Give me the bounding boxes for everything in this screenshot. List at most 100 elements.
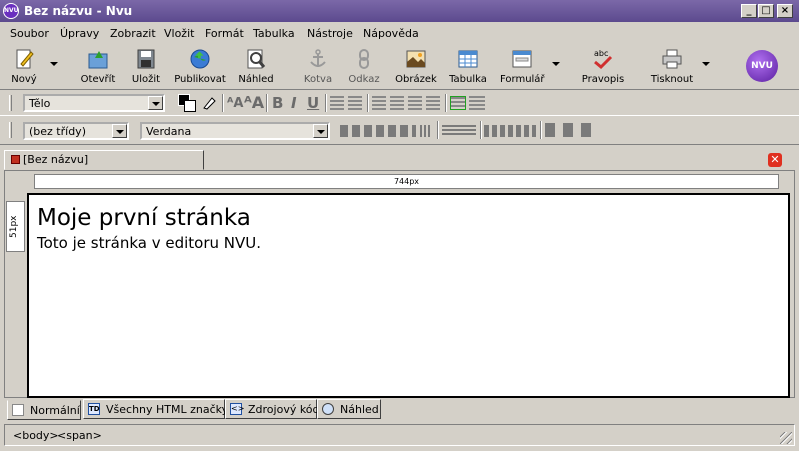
spacing-icons[interactable] xyxy=(484,125,536,137)
svg-text:abc: abc xyxy=(594,49,608,58)
page-icon xyxy=(12,404,24,416)
anchor-button[interactable]: Kotva xyxy=(300,44,336,90)
link-button[interactable]: Odkaz xyxy=(346,44,382,90)
print-dropdown-arrow[interactable] xyxy=(702,62,710,66)
separator xyxy=(222,94,224,112)
minimize-button[interactable]: _ xyxy=(741,4,757,18)
td-tag-icon: TD xyxy=(88,403,100,415)
main-toolbar: Nový Otevřít Uložit Publikovat Náhled Ko… xyxy=(0,44,799,90)
table-icon xyxy=(458,50,478,68)
separator xyxy=(437,121,439,139)
highlight-icon[interactable] xyxy=(201,95,217,111)
print-button[interactable]: Tisknout xyxy=(650,44,694,90)
tab-document[interactable]: [Bez názvu] xyxy=(4,150,204,170)
close-tab-icon[interactable]: ✕ xyxy=(768,153,782,167)
nvu-app-icon: NVU xyxy=(3,3,19,19)
separator xyxy=(540,121,542,139)
resize-grip-icon[interactable] xyxy=(780,432,792,444)
menu-vlozit[interactable]: Vložit xyxy=(164,27,194,40)
bold-button[interactable]: B xyxy=(272,94,283,112)
menu-upravy[interactable]: Úpravy xyxy=(60,27,99,40)
new-doc-icon xyxy=(16,49,34,69)
chevron-down-icon xyxy=(313,124,328,138)
menu-tabulka[interactable]: Tabulka xyxy=(253,27,295,40)
menu-napoveda[interactable]: Nápověda xyxy=(363,27,419,40)
close-window-button[interactable]: × xyxy=(777,4,793,18)
chevron-down-icon xyxy=(148,96,163,110)
new-button[interactable]: Nový xyxy=(6,44,42,90)
image-button[interactable]: Obrázek xyxy=(394,44,438,90)
title-bar: NVU Bez názvu - Nvu _ □ × xyxy=(0,0,799,22)
vertical-ruler: 51px xyxy=(6,201,25,252)
spellcheck-button[interactable]: abc Pravopis xyxy=(578,44,628,90)
spellcheck-icon: abc xyxy=(594,49,613,70)
layer-icon[interactable] xyxy=(420,125,432,137)
tab-source[interactable]: <> Zdrojový kód xyxy=(225,399,320,419)
align-right-icon[interactable] xyxy=(408,96,422,110)
menu-nastroje[interactable]: Nástroje xyxy=(307,27,353,40)
menu-soubor[interactable]: Soubor xyxy=(10,27,49,40)
vertical-align-icons[interactable] xyxy=(545,123,595,137)
print-icon xyxy=(662,49,682,69)
align-justify-icon[interactable] xyxy=(426,96,440,110)
status-tag-body[interactable]: <body> xyxy=(13,429,59,442)
form-button[interactable]: Formulář xyxy=(500,44,545,90)
edit-canvas[interactable]: Moje první stránka Toto je stránka v edi… xyxy=(27,193,790,398)
menu-format[interactable]: Formát xyxy=(205,27,244,40)
background-color-swatch[interactable] xyxy=(184,100,196,112)
document-icon xyxy=(11,155,20,164)
page-paragraph[interactable]: Toto je stránka v editoru NVU. xyxy=(37,234,261,252)
source-code-icon: <> xyxy=(230,403,245,415)
indent-icon[interactable] xyxy=(450,96,466,110)
numbered-list-icon[interactable] xyxy=(330,96,344,110)
separator xyxy=(325,94,327,112)
align-block-icons[interactable] xyxy=(442,125,476,137)
italic-button[interactable]: I xyxy=(291,94,297,112)
menu-zobrazit[interactable]: Zobrazit xyxy=(110,27,156,40)
positioning-icons[interactable] xyxy=(340,125,416,137)
toolbar-grip xyxy=(9,95,12,111)
status-tag-span[interactable]: <span> xyxy=(57,429,102,442)
tab-all-tags[interactable]: TD Všechny HTML značky xyxy=(83,399,228,419)
outdent-icon[interactable] xyxy=(469,96,485,110)
table-button[interactable]: Tabulka xyxy=(448,44,488,90)
maximize-button[interactable]: □ xyxy=(758,4,774,18)
underline-button[interactable]: U xyxy=(307,94,319,112)
bullet-list-icon[interactable] xyxy=(348,96,362,110)
align-left-icon[interactable] xyxy=(372,96,386,110)
separator xyxy=(266,94,268,112)
class-select[interactable]: (bez třídy) xyxy=(23,122,129,140)
separator xyxy=(367,94,369,112)
paragraph-style-select[interactable]: Tělo xyxy=(23,94,165,112)
preview-button[interactable]: Náhled xyxy=(236,44,276,90)
form-dropdown-arrow[interactable] xyxy=(552,62,560,66)
font-larger-icon[interactable]: ᴬA xyxy=(244,93,264,112)
page-heading[interactable]: Moje první stránka xyxy=(37,205,251,231)
align-center-icon[interactable] xyxy=(390,96,404,110)
nvu-logo-icon: NVU xyxy=(746,50,778,82)
save-button[interactable]: Uložit xyxy=(128,44,164,90)
anchor-icon xyxy=(310,49,326,67)
magnifier-icon xyxy=(322,403,334,415)
separator xyxy=(445,94,447,112)
font-select[interactable]: Verdana xyxy=(140,122,330,140)
chevron-down-icon xyxy=(112,124,127,138)
preview-icon xyxy=(247,49,266,69)
format-toolbar: Tělo ᴬA ᴬA B I U xyxy=(0,90,799,116)
view-tabs: Normální TD Všechny HTML značky <> Zdrojov… xyxy=(4,399,795,420)
publish-button[interactable]: Publikovat xyxy=(172,44,228,90)
tab-normal[interactable]: Normální xyxy=(7,400,81,420)
font-smaller-icon[interactable]: ᴬA xyxy=(227,96,243,111)
window-title: Bez názvu - Nvu xyxy=(24,4,133,18)
horizontal-ruler: 744px xyxy=(34,174,779,189)
open-button[interactable]: Otevřít xyxy=(80,44,116,90)
publish-icon xyxy=(190,49,210,69)
status-bar: <body> <span> xyxy=(4,424,795,446)
separator xyxy=(480,121,482,139)
tab-preview[interactable]: Náhled xyxy=(317,399,381,419)
style-toolbar: (bez třídy) Verdana xyxy=(0,117,799,145)
image-icon xyxy=(406,50,426,68)
form-icon xyxy=(512,50,532,68)
save-icon xyxy=(137,49,155,69)
new-dropdown-arrow[interactable] xyxy=(50,62,58,66)
